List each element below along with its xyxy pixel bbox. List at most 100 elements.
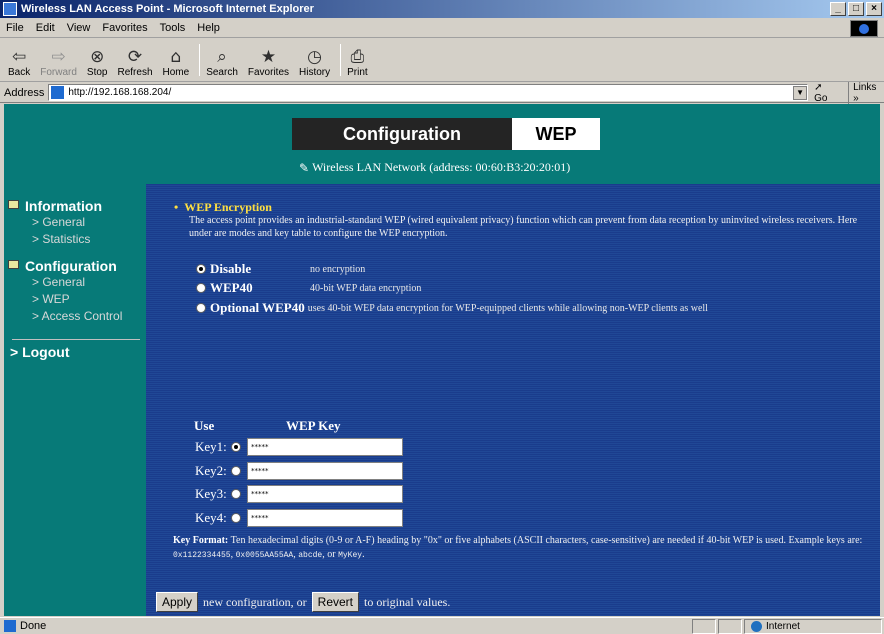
key1-input[interactable]: *****: [247, 438, 403, 456]
key2-radio[interactable]: [231, 466, 241, 476]
history-icon: ◷: [307, 47, 322, 67]
menu-file[interactable]: File: [6, 22, 24, 34]
key-row-4: Key4: *****: [195, 509, 403, 527]
radio-disable[interactable]: [196, 264, 206, 274]
network-address: Wireless LAN Network (address: 00:60:B3:…: [312, 160, 571, 174]
status-text: Done: [20, 620, 47, 632]
column-header-wep-key: WEP Key: [286, 418, 341, 433]
search-icon: ⌕: [217, 47, 227, 67]
apply-button[interactable]: Apply: [156, 592, 199, 612]
ie-logo-icon: [850, 20, 878, 37]
maximize-button[interactable]: □: [848, 2, 864, 16]
key-label: Key4:: [195, 510, 227, 525]
window-title: Wireless LAN Access Point - Microsoft In…: [21, 3, 314, 15]
key1-radio[interactable]: [231, 442, 241, 452]
address-bar: Address http://192.168.168.204/ ▼ ➚ Go L…: [0, 81, 884, 104]
mode-option-optional-wep40[interactable]: Optional WEP40 uses 40-bit WEP data encr…: [196, 300, 708, 316]
revert-button[interactable]: Revert: [311, 592, 360, 612]
stop-button[interactable]: ⊗ Stop: [87, 47, 108, 78]
key3-input[interactable]: *****: [247, 485, 403, 503]
bullet-icon: •: [174, 200, 179, 214]
sidebar-item-access-control[interactable]: > Access Control: [8, 308, 148, 325]
sidebar-item-config-general[interactable]: > General: [8, 274, 148, 291]
mode-name: Optional WEP40: [210, 300, 305, 315]
page-header: Configuration WEP: [292, 118, 600, 150]
page-icon: [51, 86, 65, 99]
address-dropdown-icon[interactable]: ▼: [793, 85, 808, 100]
stop-icon: ⊗: [90, 47, 105, 67]
form-actions: Apply new configuration, or Revert to or…: [156, 592, 455, 612]
home-button[interactable]: ⌂ Home: [163, 47, 190, 78]
print-button[interactable]: ⎙ Print: [347, 47, 368, 78]
network-line: ✎ Wireless LAN Network (address: 00:60:B…: [299, 160, 570, 175]
key4-input[interactable]: *****: [247, 509, 403, 527]
forward-arrow-icon: ⇨: [51, 47, 66, 67]
mode-desc: 40-bit WEP data encryption: [310, 282, 422, 294]
menu-favorites[interactable]: Favorites: [102, 22, 147, 34]
status-cell: [692, 619, 716, 634]
mode-desc: no encryption: [310, 263, 366, 275]
refresh-button[interactable]: ⟳ Refresh: [118, 47, 153, 78]
menu-view[interactable]: View: [67, 22, 91, 34]
page-status-icon: [4, 620, 16, 632]
toolbar-separator: [340, 44, 342, 76]
search-button[interactable]: ⌕ Search: [206, 47, 238, 78]
web-page: Configuration WEP ✎ Wireless LAN Network…: [4, 104, 880, 616]
actions-tail-text: to original values.: [364, 594, 451, 609]
back-arrow-icon: ⇦: [11, 47, 27, 67]
key-format-label: Key Format:: [173, 535, 229, 546]
favorites-button[interactable]: ★ Favorites: [248, 47, 289, 78]
menu-tools[interactable]: Tools: [160, 22, 186, 34]
menu-help[interactable]: Help: [197, 22, 220, 34]
radio-optional-wep40[interactable]: [196, 303, 206, 313]
radio-wep40[interactable]: [196, 283, 206, 293]
mode-desc: uses 40-bit WEP data encryption for WEP-…: [307, 302, 708, 314]
history-button[interactable]: ◷ History: [299, 47, 330, 78]
key-row-1: Key1: *****: [195, 438, 403, 456]
actions-middle-text: new configuration, or: [203, 594, 307, 609]
network-icon: ✎: [299, 160, 310, 175]
mode-option-wep40[interactable]: WEP40 40-bit WEP data encryption: [196, 280, 421, 296]
address-label: Address: [4, 86, 45, 99]
logout-link[interactable]: > Logout: [8, 344, 148, 360]
key-row-2: Key2: *****: [195, 462, 403, 480]
folder-icon: [8, 259, 19, 269]
menu-bar: File Edit View Favorites Tools Help: [0, 19, 884, 38]
wep-panel: • WEP Encryption The access point provide…: [146, 184, 880, 616]
security-zone: Internet: [744, 619, 882, 634]
mode-option-disable[interactable]: Disable no encryption: [196, 261, 365, 277]
example-key-2: 0x0055AA55AA: [235, 551, 294, 560]
sidebar-item-wep[interactable]: > WEP: [8, 291, 148, 308]
forward-button[interactable]: ⇨ Forward: [40, 47, 77, 78]
sidebar: Information > General > Statistics Confi…: [8, 196, 148, 360]
sidebar-section-information: Information: [8, 198, 148, 214]
folder-icon: [8, 199, 19, 209]
key-row-3: Key3: *****: [195, 485, 403, 503]
key-label: Key3:: [195, 486, 227, 501]
key-label: Key2:: [195, 463, 227, 478]
toolbar: ⇦ Back ⇨ Forward ⊗ Stop ⟳ Refresh ⌂ Home…: [0, 40, 884, 82]
menu-edit[interactable]: Edit: [36, 22, 55, 34]
sidebar-section-configuration: Configuration: [8, 258, 148, 274]
mode-name: Disable: [210, 261, 252, 276]
go-button[interactable]: ➚ Go: [814, 82, 838, 104]
section-description: The access point provides an industrial-…: [189, 215, 858, 239]
minimize-button[interactable]: _: [830, 2, 846, 16]
key3-radio[interactable]: [231, 489, 241, 499]
close-button[interactable]: ×: [866, 2, 882, 16]
example-key-1: 0x1122334455: [173, 551, 231, 560]
example-key-4: MyKey: [338, 551, 363, 560]
address-input[interactable]: http://192.168.168.204/ ▼: [48, 84, 809, 101]
key4-radio[interactable]: [231, 513, 241, 523]
refresh-icon: ⟳: [127, 47, 143, 67]
mode-name: WEP40: [210, 280, 253, 295]
example-key-3: abcde: [298, 551, 323, 560]
sidebar-item-statistics[interactable]: > Statistics: [8, 231, 148, 248]
back-button[interactable]: ⇦ Back: [8, 47, 30, 78]
key2-input[interactable]: *****: [247, 462, 403, 480]
column-header-use: Use: [194, 418, 215, 433]
links-button[interactable]: Links »: [848, 81, 884, 104]
sidebar-item-info-general[interactable]: > General: [8, 214, 148, 231]
globe-icon: [751, 621, 762, 632]
ie-page-icon: [3, 2, 17, 16]
